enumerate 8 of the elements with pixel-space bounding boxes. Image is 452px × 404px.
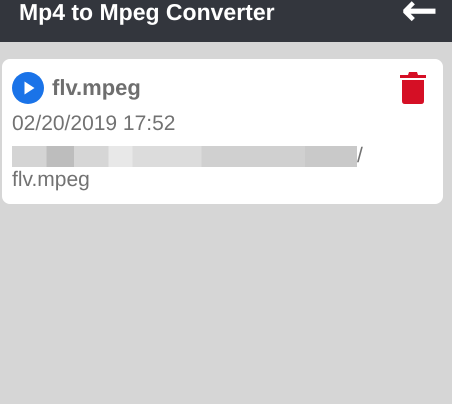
trash-icon[interactable] (400, 71, 426, 104)
back-button[interactable]: ← (401, 0, 438, 28)
play-icon[interactable] (12, 72, 44, 104)
file-date: 02/20/2019 17:52 (12, 112, 176, 136)
path-text: flv.mpeg (12, 168, 91, 192)
app-title: Mp4 to Mpeg Converter (19, 0, 275, 24)
file-name: flv.mpeg (52, 74, 142, 100)
path-text: / (357, 144, 363, 168)
